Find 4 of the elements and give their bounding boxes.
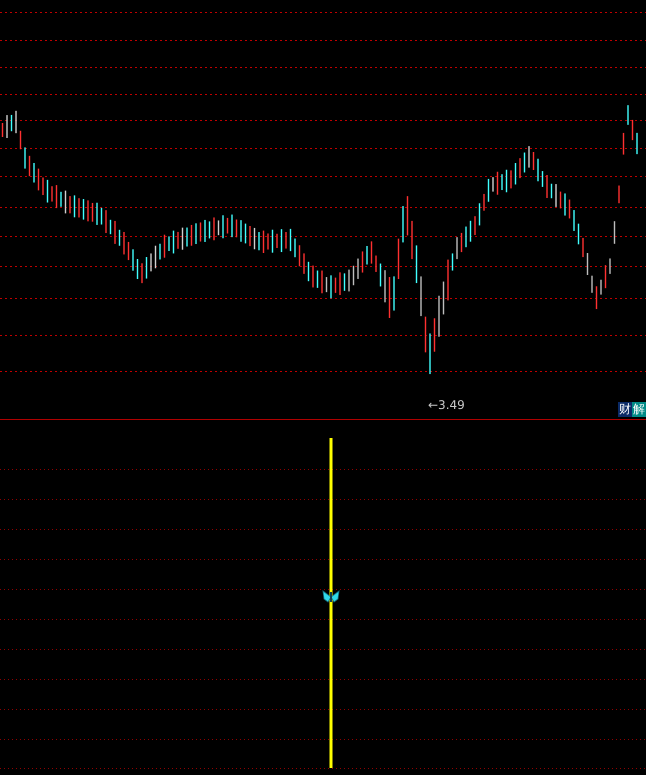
badge-label[interactable]: 财: [618, 402, 632, 417]
low-price-label: ←3.49: [428, 398, 465, 412]
badge-label[interactable]: 解: [632, 402, 646, 417]
butterfly-icon: [322, 590, 340, 603]
